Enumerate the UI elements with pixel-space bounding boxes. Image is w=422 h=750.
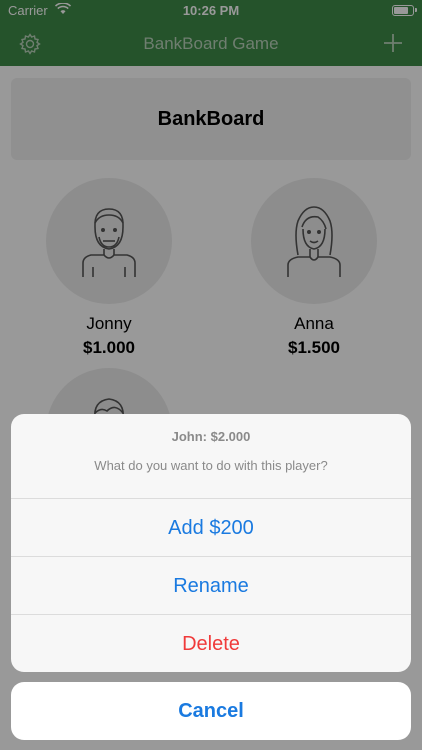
- action-sheet-message: What do you want to do with this player?: [94, 458, 328, 473]
- rename-button[interactable]: Rename: [11, 556, 411, 615]
- cancel-button[interactable]: Cancel: [11, 682, 411, 740]
- add-200-button[interactable]: Add $200: [11, 498, 411, 557]
- action-sheet: John: $2.000 What do you want to do with…: [11, 414, 411, 672]
- action-sheet-title: John: $2.000: [171, 429, 251, 444]
- delete-button[interactable]: Delete: [11, 614, 411, 672]
